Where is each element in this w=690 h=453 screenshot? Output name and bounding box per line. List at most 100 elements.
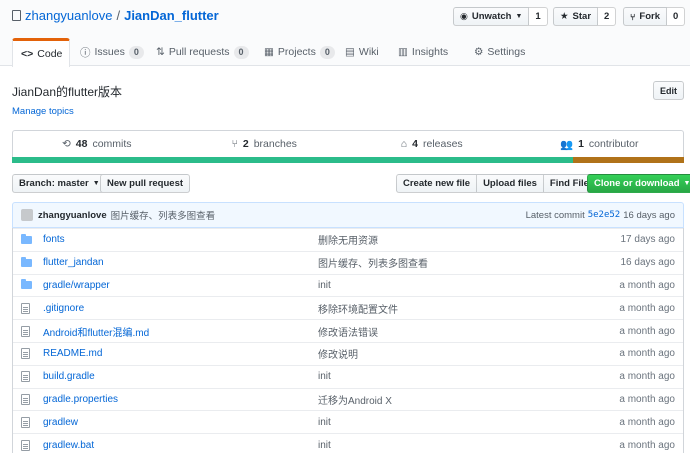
repo-owner-link[interactable]: zhangyuanlove bbox=[25, 8, 112, 23]
pull-requests-counter: 0 bbox=[233, 45, 249, 59]
tab-insights-label: Insights bbox=[411, 46, 449, 58]
commit-message-link[interactable]: 图片缓存、列表多图查看 bbox=[111, 208, 216, 222]
file-name-link[interactable]: gradle.properties bbox=[43, 394, 318, 405]
file-icon bbox=[21, 393, 30, 405]
file-row: gradlew init a month ago bbox=[13, 410, 683, 433]
tag-icon: ⌂ bbox=[400, 138, 408, 150]
releases-stat[interactable]: ⌂ 4 releases bbox=[348, 138, 516, 150]
file-name-link[interactable]: build.gradle bbox=[43, 371, 318, 382]
unwatch-label: Unwatch bbox=[471, 11, 512, 22]
file-age: 17 days ago bbox=[620, 234, 676, 246]
gear-icon: ⚙ bbox=[474, 46, 484, 58]
file-commit-message-link[interactable]: 修改语法错误 bbox=[318, 324, 619, 339]
commit-age: 16 days ago bbox=[623, 209, 675, 221]
tab-code[interactable]: <> Code bbox=[12, 38, 70, 67]
commits-stat[interactable]: ⟲ 48 commits bbox=[13, 138, 181, 150]
file-row: .gitignore 移除环境配置文件 a month ago bbox=[13, 296, 683, 319]
file-name-link[interactable]: .gitignore bbox=[43, 303, 318, 314]
file-commit-message-link[interactable]: init bbox=[318, 417, 619, 428]
file-age: a month ago bbox=[619, 302, 675, 314]
fork-group: ⑂ Fork 0 bbox=[623, 7, 686, 26]
history-icon: ⟲ bbox=[61, 138, 71, 150]
file-icon bbox=[21, 302, 30, 314]
file-row: README.md 修改说明 a month ago bbox=[13, 341, 683, 365]
tab-projects-label: Projects bbox=[277, 46, 316, 58]
file-name-link[interactable]: Android和flutter混编.md bbox=[43, 324, 318, 339]
latest-commit-bar: zhangyuanlove 图片缓存、列表多图查看 Latest commit … bbox=[12, 202, 684, 228]
unwatch-button[interactable]: ◉ Unwatch ▼ bbox=[453, 7, 530, 26]
tab-settings-label: Settings bbox=[487, 46, 526, 58]
file-row: gradle.properties 迁移为Android Xa month ago bbox=[13, 387, 683, 411]
file-name-link[interactable]: README.md bbox=[43, 348, 318, 359]
tab-wiki-label: Wiki bbox=[358, 46, 379, 58]
tab-wiki[interactable]: ▤ Wiki bbox=[337, 38, 387, 66]
watch-group: ◉ Unwatch ▼ 1 bbox=[453, 7, 548, 26]
file-commit-message-link[interactable]: 删除无用资源 bbox=[318, 232, 621, 247]
graph-icon: ▥ bbox=[398, 46, 408, 58]
file-commit-message-link[interactable]: 移除环境配置文件 bbox=[318, 301, 619, 316]
tab-pull-requests[interactable]: ⇅ Pull requests 0 bbox=[148, 38, 257, 66]
contributors-stat[interactable]: 👥 1 contributor bbox=[516, 138, 684, 151]
file-name-link[interactable]: gradlew bbox=[43, 417, 318, 428]
file-icon bbox=[21, 439, 30, 451]
file-icon bbox=[21, 348, 30, 360]
file-commit-message-link[interactable]: init bbox=[318, 280, 619, 291]
file-name-link[interactable]: gradlew.bat bbox=[43, 440, 318, 451]
file-icon bbox=[21, 371, 30, 383]
language-bar-primary bbox=[12, 157, 574, 163]
folder-icon bbox=[21, 233, 32, 244]
file-row: fonts 删除无用资源 17 days ago bbox=[13, 228, 683, 251]
tab-projects[interactable]: ▦ Projects 0 bbox=[256, 38, 343, 66]
branches-label: branches bbox=[253, 138, 297, 150]
releases-count: 4 bbox=[412, 138, 418, 150]
file-age: a month ago bbox=[619, 439, 675, 451]
language-bar[interactable] bbox=[12, 157, 684, 163]
file-name-link[interactable]: fonts bbox=[43, 234, 318, 245]
commit-author-link[interactable]: zhangyuanlove bbox=[38, 210, 107, 221]
new-pull-request-button[interactable]: New pull request bbox=[100, 174, 191, 193]
project-icon: ▦ bbox=[264, 46, 274, 58]
file-name-link[interactable]: gradle/wrapper bbox=[43, 280, 318, 291]
clone-or-download-button[interactable]: Clone or download ▼ bbox=[587, 174, 690, 193]
commits-count: 48 bbox=[75, 138, 88, 150]
watch-count[interactable]: 1 bbox=[529, 7, 548, 26]
file-list: fonts 删除无用资源 17 days ago flutter_jandan 图片缓存… bbox=[12, 228, 684, 453]
star-icon: ★ bbox=[560, 11, 569, 22]
create-new-file-button[interactable]: Create new file bbox=[396, 174, 478, 193]
repo-name-link[interactable]: JianDan_flutter bbox=[124, 8, 219, 23]
file-commit-message-link[interactable]: init bbox=[318, 440, 619, 451]
repo-title: zhangyuanlove / JianDan_flutter bbox=[12, 8, 219, 23]
commit-sha-link[interactable]: 5e2e52 bbox=[588, 210, 621, 220]
file-age: a month ago bbox=[619, 348, 675, 360]
avatar[interactable] bbox=[21, 209, 33, 221]
file-age: a month ago bbox=[619, 279, 675, 291]
branch-select-button[interactable]: Branch: master ▼ bbox=[12, 174, 107, 193]
tab-insights[interactable]: ▥ Insights bbox=[390, 38, 456, 66]
manage-topics-link[interactable]: Manage topics bbox=[12, 106, 74, 117]
edit-button[interactable]: Edit bbox=[653, 81, 684, 100]
file-actions-group: Create new file Upload files Find File bbox=[396, 174, 596, 193]
branches-stat[interactable]: ⑂ 2 branches bbox=[181, 138, 349, 150]
fork-count[interactable]: 0 bbox=[667, 7, 686, 26]
star-button[interactable]: ★ Star bbox=[553, 7, 599, 26]
file-row: gradlew.bat init a month ago bbox=[13, 433, 683, 453]
releases-label: releases bbox=[422, 138, 463, 150]
tab-issues[interactable]: ⓘ Issues 0 bbox=[72, 38, 152, 66]
file-name-link[interactable]: flutter_jandan bbox=[43, 257, 318, 268]
file-row: flutter_jandan 图片缓存、列表多图查看 16 days ago bbox=[13, 250, 683, 274]
branches-count: 2 bbox=[242, 138, 249, 150]
star-count[interactable]: 2 bbox=[598, 7, 617, 26]
fork-button[interactable]: ⑂ Fork bbox=[623, 7, 667, 26]
pull-request-icon: ⇅ bbox=[156, 46, 165, 58]
file-commit-message-link[interactable]: init bbox=[318, 371, 619, 382]
caret-down-icon: ▼ bbox=[515, 13, 523, 20]
star-group: ★ Star 2 bbox=[553, 7, 617, 26]
upload-files-button[interactable]: Upload files bbox=[476, 174, 544, 193]
file-commit-message-link[interactable]: 修改说明 bbox=[318, 346, 619, 361]
file-icon bbox=[21, 325, 30, 337]
file-commit-message-link[interactable]: 图片缓存、列表多图查看 bbox=[318, 255, 621, 270]
tab-settings[interactable]: ⚙ Settings bbox=[466, 38, 533, 66]
file-commit-message-link[interactable]: 迁移为Android X bbox=[318, 392, 619, 407]
contributors-count: 1 bbox=[578, 138, 584, 150]
tab-pull-requests-label: Pull requests bbox=[168, 46, 230, 58]
